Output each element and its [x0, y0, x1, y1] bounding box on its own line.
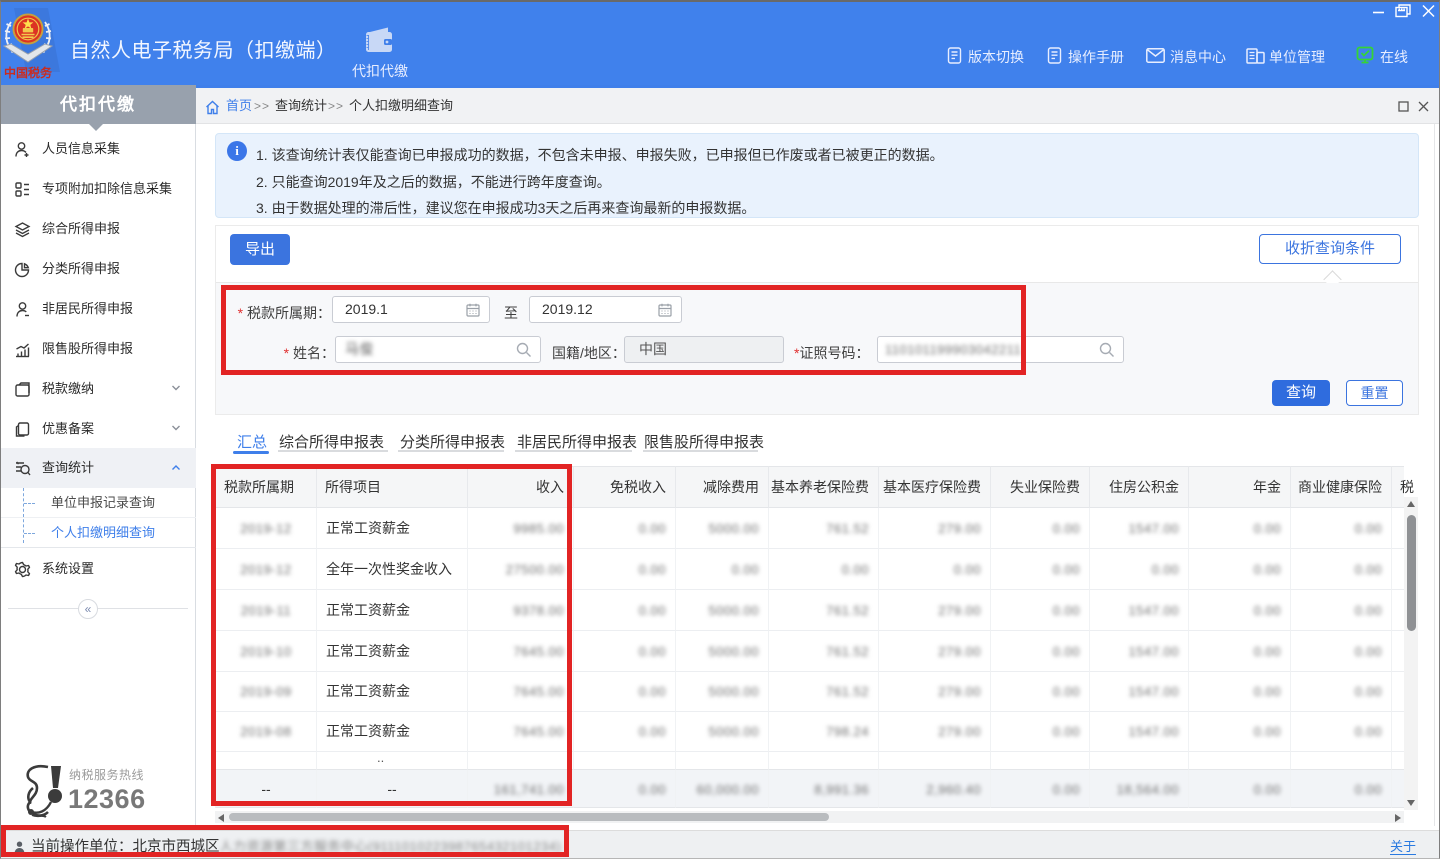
- svg-text:中国税务: 中国税务: [4, 65, 53, 80]
